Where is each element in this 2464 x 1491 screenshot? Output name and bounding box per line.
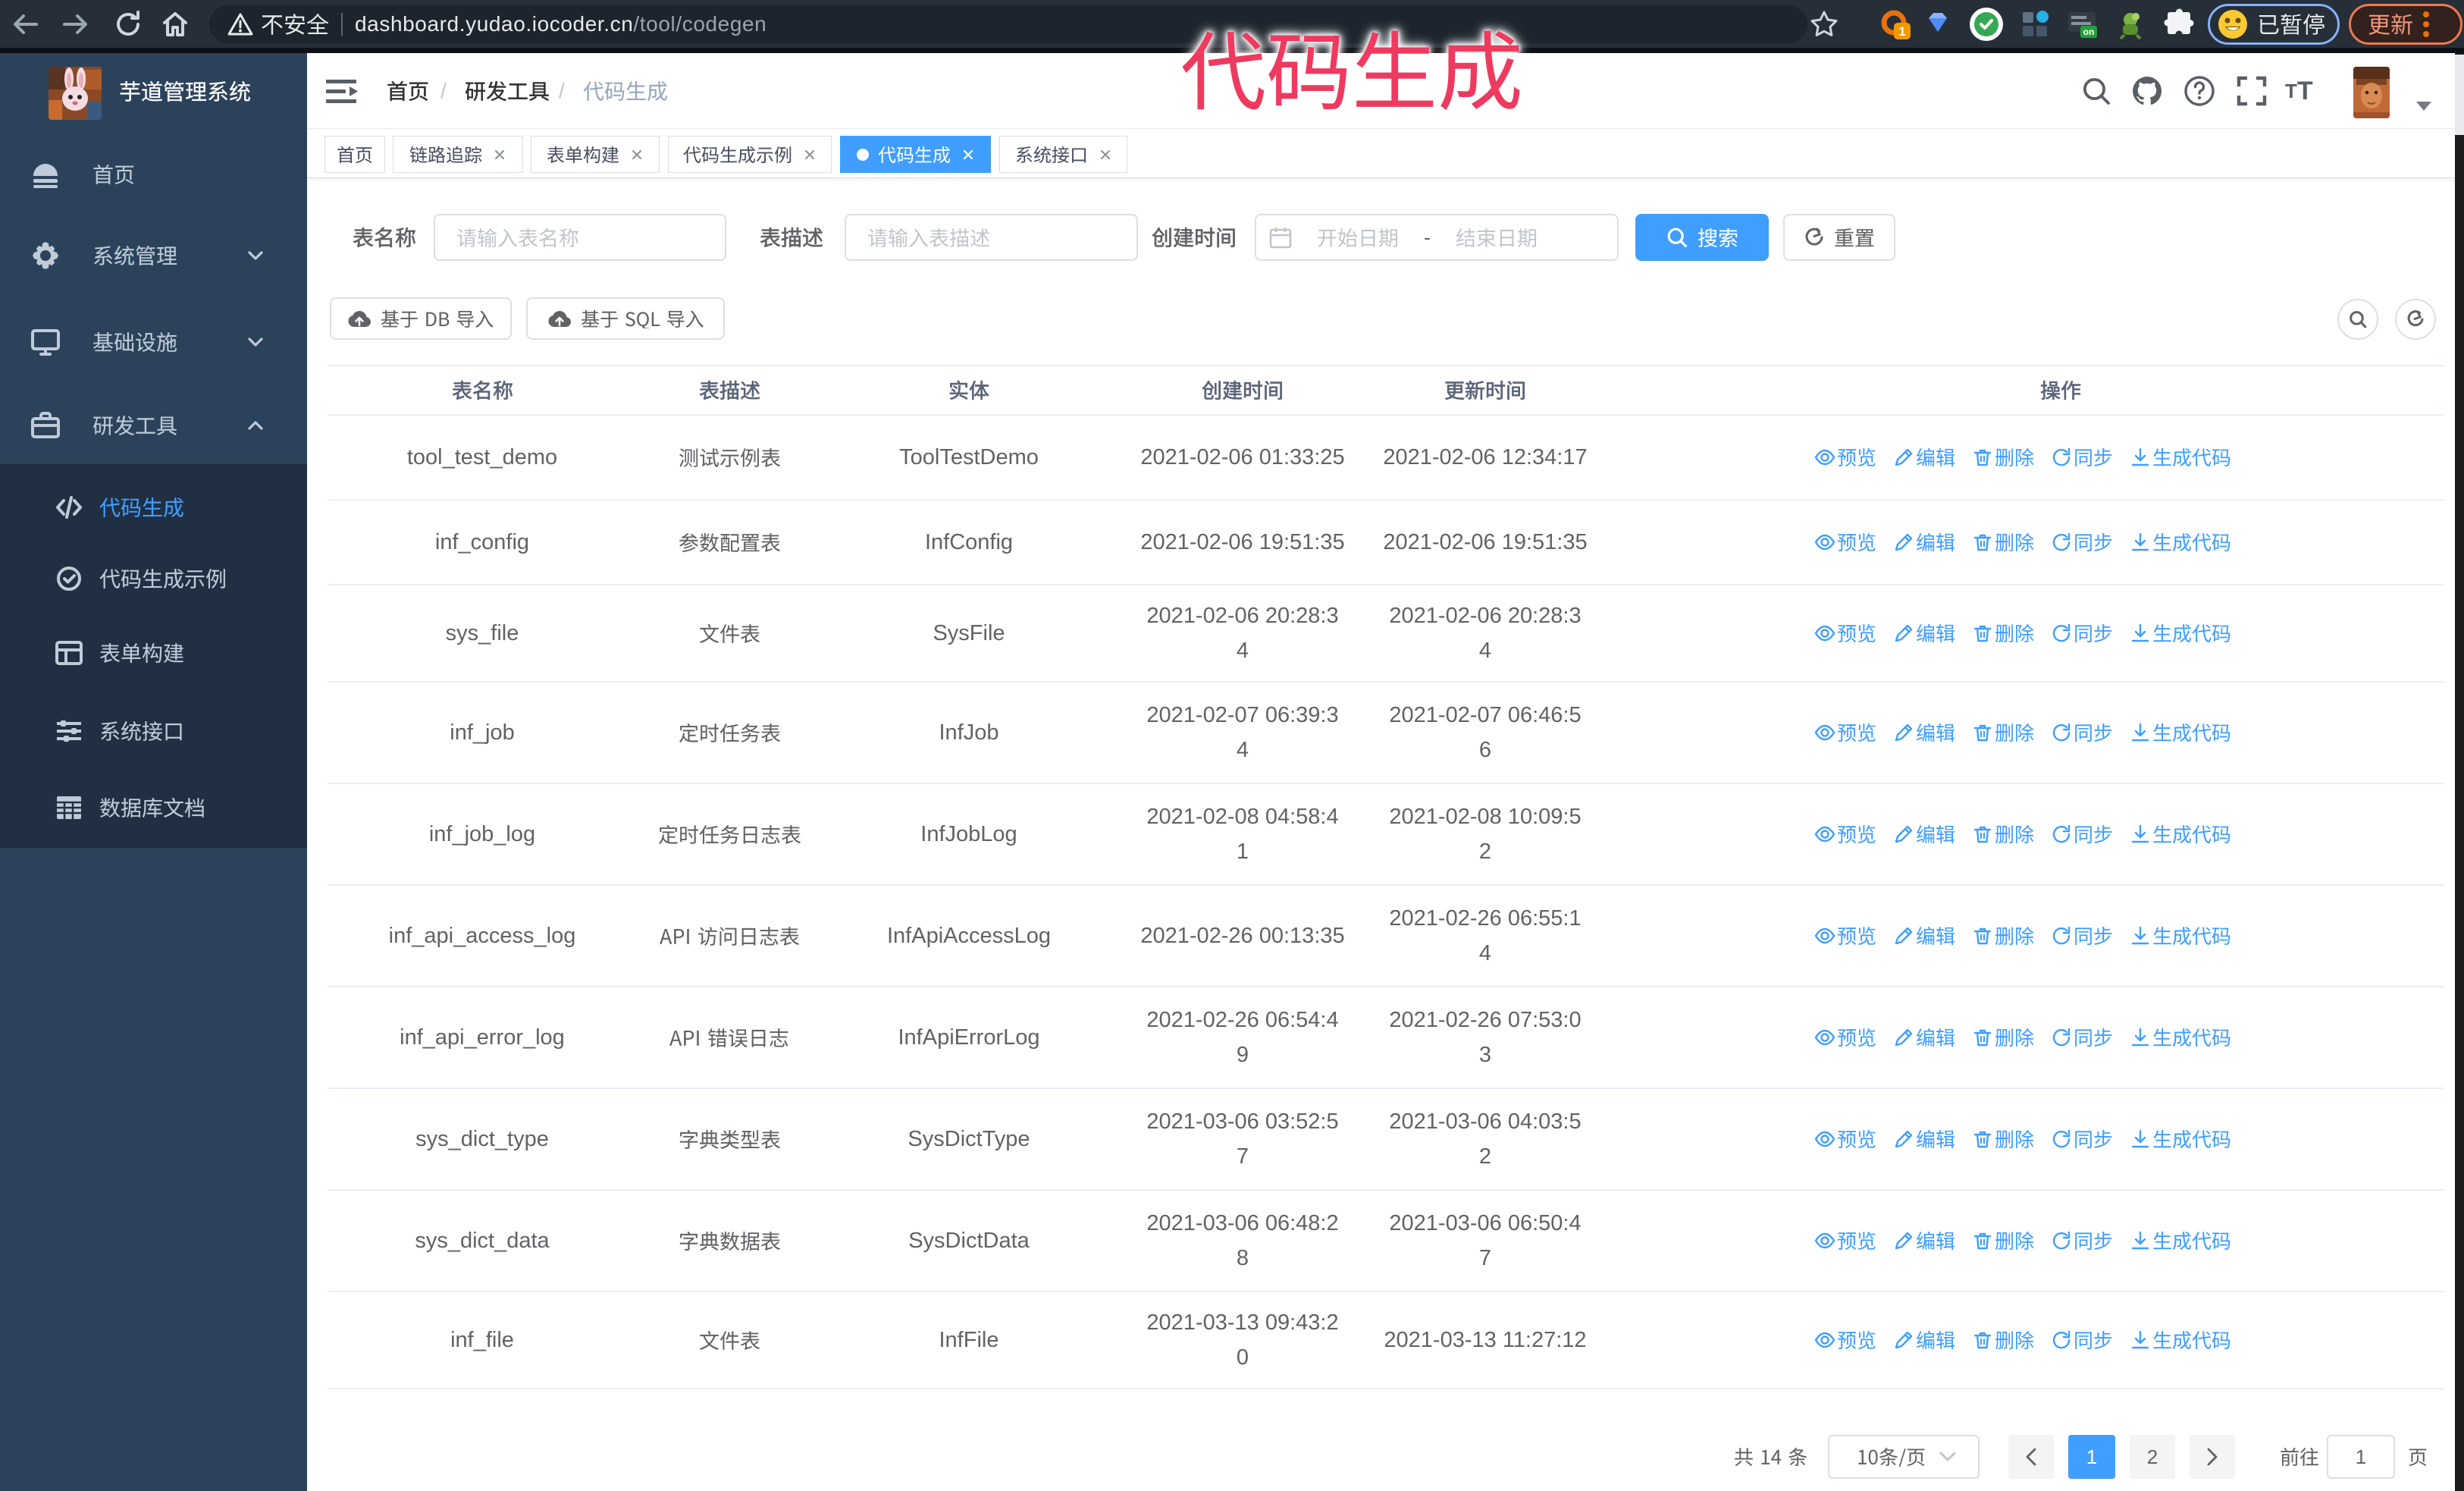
svg-text:on: on xyxy=(2083,27,2095,37)
svg-text:1: 1 xyxy=(1898,24,1905,39)
